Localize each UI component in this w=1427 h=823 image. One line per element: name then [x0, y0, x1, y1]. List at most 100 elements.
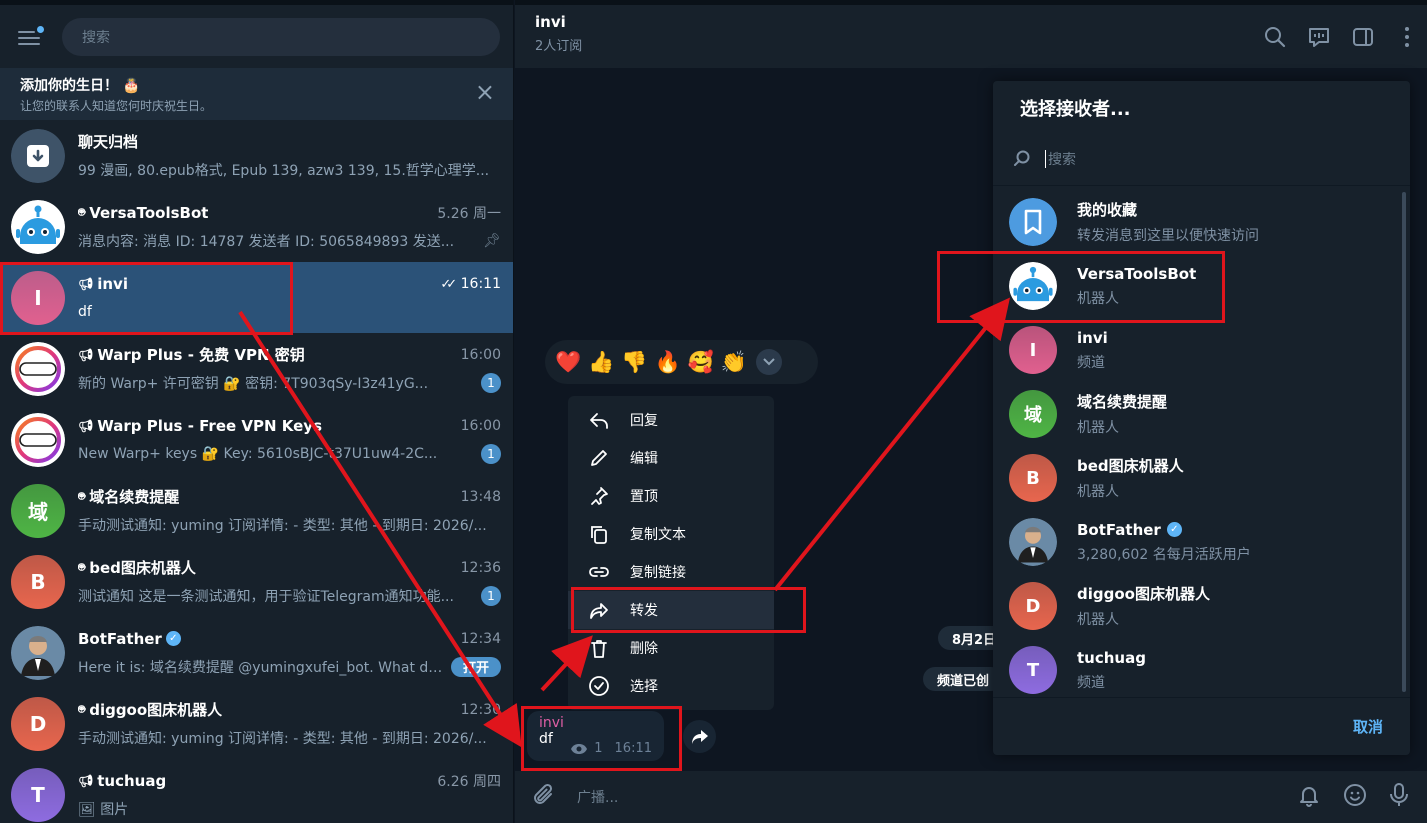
- emoji-icon[interactable]: [1343, 783, 1367, 811]
- message-bubble[interactable]: invi df 1 16:11: [527, 711, 664, 761]
- chat-item[interactable]: 🤖︎ VersaToolsBot 5.26 周一 消息内容: 消息 ID: 147…: [0, 191, 513, 262]
- chevron-down-icon[interactable]: [755, 349, 782, 375]
- recipient-name: 我的收藏: [1077, 201, 1138, 219]
- chat-item[interactable]: T 📢︎ tuchuag 6.26 周四 🖼 图片: [0, 759, 513, 823]
- search-input[interactable]: 搜索: [62, 17, 500, 56]
- chat-time: 16:00: [460, 346, 501, 363]
- recipient-search-input[interactable]: 搜索: [993, 133, 1410, 185]
- unread-badge: 1: [481, 372, 501, 393]
- pin-icon: [591, 487, 608, 505]
- context-menu-item[interactable]: 置顶: [568, 477, 774, 515]
- pin-icon: 📌︎: [483, 232, 501, 249]
- message-context-menu: 回复 编辑 置顶 复制文本 复制链接 转发 删除 选择: [568, 396, 774, 710]
- recipient-item[interactable]: D diggoo图床机器人 机器人: [993, 574, 1410, 638]
- context-menu-item[interactable]: 删除: [568, 629, 774, 667]
- chat-time: 16:11: [460, 275, 501, 292]
- search-placeholder: 搜索: [82, 29, 110, 46]
- delete-icon: [591, 640, 607, 658]
- chat-item[interactable]: 聊天归档 99 漫画, 80.epub格式, Epub 139, azw3 13…: [0, 120, 513, 191]
- recipient-subtitle: 机器人: [1077, 290, 1119, 307]
- reaction-option[interactable]: 👏: [721, 350, 747, 375]
- chat-name: Warp Plus - Free VPN Keys: [97, 416, 323, 435]
- context-menu-item[interactable]: 编辑: [568, 439, 774, 477]
- recipient-item[interactable]: I invi 频道: [993, 318, 1410, 382]
- chat-item[interactable]: B 🤖︎ bed图床机器人 12:36 测试通知 这是一条测试通知，用于验证Tel…: [0, 546, 513, 617]
- sidebar-toggle-icon[interactable]: [1351, 25, 1375, 49]
- recipient-item[interactable]: T tuchuag 频道: [993, 638, 1410, 698]
- reaction-option[interactable]: 👎: [621, 350, 647, 375]
- context-menu-label: 复制文本: [630, 527, 686, 543]
- channel-icon: 📢︎: [78, 347, 94, 362]
- chat-time: 12:34: [460, 630, 501, 647]
- recipient-subtitle: 机器人: [1077, 612, 1119, 628]
- avatar: [1009, 518, 1057, 566]
- chat-preview: 手动测试通知: yuming 订阅详情: - 类型: 其他 - 到期日: 202…: [78, 517, 487, 534]
- chat-item[interactable]: D 🤖︎ diggoo图床机器人 12:30 手动测试通知: yuming 订阅详…: [0, 688, 513, 759]
- microphone-icon[interactable]: [1389, 783, 1409, 811]
- verified-icon: ✓: [165, 631, 181, 646]
- attach-icon[interactable]: [533, 783, 555, 811]
- select-icon: [589, 676, 609, 696]
- birthday-banner[interactable]: 添加你的生日！ 🎂 让您的联系人知道您何时庆祝生日。 ×: [0, 68, 513, 120]
- message-time: 16:11: [614, 741, 652, 756]
- context-menu-item[interactable]: 回复: [568, 401, 774, 439]
- chat-preview: 消息内容: 消息 ID: 14787 发送者 ID: 5065849893 发送…: [78, 233, 455, 250]
- context-menu-item[interactable]: 转发: [568, 591, 774, 629]
- channel-icon: 📢︎: [78, 418, 94, 433]
- bookmark-icon: [1009, 198, 1057, 246]
- verified-icon: ✓: [1166, 522, 1182, 537]
- channel-created-pill: 频道已创: [923, 667, 1004, 691]
- context-menu-item[interactable]: 复制链接: [568, 553, 774, 591]
- close-icon[interactable]: ×: [475, 80, 495, 104]
- discussion-icon[interactable]: [1307, 25, 1331, 49]
- avatar: I: [1009, 326, 1057, 374]
- chat-time: 13:48: [460, 488, 501, 505]
- chat-item[interactable]: 域 🤖︎ 域名续费提醒 13:48 手动测试通知: yuming 订阅详情: - …: [0, 475, 513, 546]
- chat-item[interactable]: 📢︎ Warp Plus - Free VPN Keys 16:00 New Wa…: [0, 404, 513, 475]
- chat-item[interactable]: BotFather ✓ 12:34 Here it is: 域名续费提醒 @yum…: [0, 617, 513, 688]
- avatar: B: [1009, 454, 1057, 502]
- recipient-item[interactable]: BotFather ✓ 3,280,602 名每月活跃用户: [993, 510, 1410, 574]
- recipient-item[interactable]: VersaToolsBot 机器人: [993, 254, 1410, 318]
- chat-name: 聊天归档: [78, 133, 139, 151]
- bell-icon[interactable]: [1297, 783, 1321, 811]
- context-menu-item[interactable]: 选择: [568, 667, 774, 705]
- recipient-name: invi: [1077, 328, 1108, 347]
- context-menu-item[interactable]: 复制文本: [568, 515, 774, 553]
- reaction-option[interactable]: 👍: [588, 350, 614, 375]
- recipient-subtitle: 频道: [1077, 354, 1105, 371]
- scrollbar[interactable]: [1402, 192, 1406, 692]
- recipient-item[interactable]: 我的收藏 转发消息到这里以便快速访问: [993, 190, 1410, 254]
- menu-icon[interactable]: [18, 25, 44, 46]
- message-author: invi: [539, 715, 564, 731]
- chat-list: 聊天归档 99 漫画, 80.epub格式, Epub 139, azw3 13…: [0, 120, 513, 823]
- share-icon[interactable]: [683, 720, 716, 753]
- search-icon[interactable]: [1263, 25, 1287, 49]
- recipient-search-placeholder: 搜索: [1048, 152, 1076, 168]
- context-menu-label: 置顶: [630, 489, 658, 505]
- chat-preview: 新的 Warp+ 许可密钥 🔐 密钥: 7T903qSy-I3z41yG...: [78, 375, 429, 392]
- broadcast-input[interactable]: 广播...: [577, 787, 1297, 807]
- chat-item[interactable]: 📢︎ Warp Plus - 免费 VPN 密钥 16:00 新的 Warp+ 许…: [0, 333, 513, 404]
- link-icon: [589, 567, 609, 577]
- reaction-option[interactable]: ❤️: [555, 350, 581, 375]
- chat-header[interactable]: invi 2人订阅: [515, 0, 1427, 68]
- views-count: 1: [594, 741, 603, 756]
- reaction-option[interactable]: 🔥: [654, 350, 680, 375]
- avatar: T: [11, 767, 65, 822]
- chat-preview: Here it is: 域名续费提醒 @yumingxufei_bot. Wha…: [78, 659, 443, 676]
- chat-item[interactable]: I 📢︎ invi ✓✓ 16:11 df: [0, 262, 513, 333]
- recipient-name: VersaToolsBot: [1077, 264, 1197, 283]
- chat-name: BotFather: [78, 629, 162, 648]
- context-menu-label: 转发: [630, 603, 658, 619]
- cancel-button[interactable]: 取消: [1353, 716, 1383, 737]
- reaction-option[interactable]: 🥰: [688, 350, 714, 375]
- open-button[interactable]: 打开: [450, 656, 501, 677]
- read-checkmarks-icon: ✓✓: [440, 276, 457, 292]
- recipient-name: diggoo图床机器人: [1077, 585, 1210, 603]
- recipient-item[interactable]: 域 域名续费提醒 机器人: [993, 382, 1410, 446]
- more-vertical-icon[interactable]: [1395, 25, 1419, 49]
- recipient-item[interactable]: B bed图床机器人 机器人: [993, 446, 1410, 510]
- birthday-title: 添加你的生日！ 🎂: [20, 77, 141, 94]
- chat-name: diggoo图床机器人: [89, 701, 223, 719]
